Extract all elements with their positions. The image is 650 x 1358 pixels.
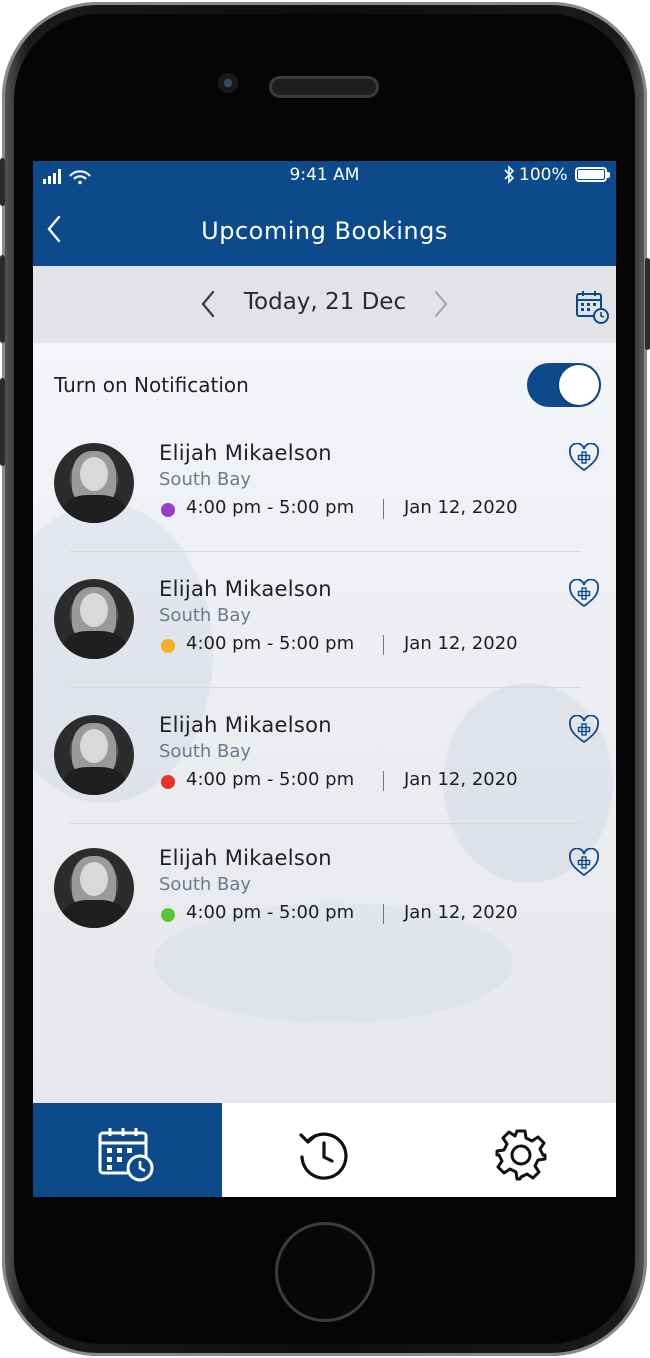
heart-plus-icon[interactable] bbox=[568, 443, 600, 473]
booking-time: 4:00 pm - 5:00 pm bbox=[186, 769, 355, 790]
chevron-left-icon[interactable] bbox=[195, 288, 223, 320]
mute-switch bbox=[0, 158, 5, 206]
booking-name: Elijah Mikaelson bbox=[159, 441, 332, 465]
booking-item[interactable]: Elijah Mikaelson South Bay 4:00 pm - 5:00 … bbox=[33, 577, 616, 709]
heart-plus-icon[interactable] bbox=[568, 848, 600, 878]
page-title: Upcoming Bookings bbox=[201, 217, 448, 245]
booking-item[interactable]: Elijah Mikaelson South Bay 4:00 pm - 5:00 … bbox=[33, 441, 616, 573]
tab-history[interactable] bbox=[222, 1103, 419, 1197]
power-button bbox=[645, 258, 650, 350]
booking-location: South Bay bbox=[159, 605, 252, 626]
bottom-tab-bar bbox=[33, 1103, 616, 1197]
notification-label: Turn on Notification bbox=[54, 373, 249, 397]
booking-date: Jan 12, 2020 bbox=[404, 633, 518, 654]
history-icon bbox=[299, 1132, 348, 1180]
booking-item[interactable]: Elijah Mikaelson South Bay 4:00 pm - 5:00 … bbox=[33, 713, 616, 845]
avatar bbox=[54, 443, 134, 523]
booking-name: Elijah Mikaelson bbox=[159, 713, 332, 737]
tab-bookings[interactable] bbox=[33, 1103, 222, 1197]
calendar-clock-icon[interactable] bbox=[574, 289, 610, 325]
volume-down-button bbox=[0, 378, 5, 466]
row-divider bbox=[69, 823, 581, 824]
battery-percent: 100% bbox=[519, 165, 568, 185]
status-dot bbox=[161, 639, 175, 653]
chevron-right-icon[interactable] bbox=[426, 288, 454, 320]
row-divider bbox=[69, 687, 581, 688]
app-header: Upcoming Bookings bbox=[33, 191, 616, 266]
booking-item[interactable]: Elijah Mikaelson South Bay 4:00 pm - 5:00 … bbox=[33, 846, 616, 978]
date-navigator: Today, 21 Dec bbox=[33, 266, 616, 343]
booking-name: Elijah Mikaelson bbox=[159, 846, 332, 870]
status-dot bbox=[161, 503, 175, 517]
booking-location: South Bay bbox=[159, 874, 252, 895]
booking-date: Jan 12, 2020 bbox=[404, 902, 518, 923]
earpiece-speaker bbox=[269, 76, 379, 98]
booking-time: 4:00 pm - 5:00 pm bbox=[186, 902, 355, 923]
app-screen: 9:41 AM 100% Upcoming Bookings Today, 21… bbox=[33, 161, 616, 1197]
booking-location: South Bay bbox=[159, 469, 252, 490]
battery-icon bbox=[575, 167, 610, 182]
booking-location: South Bay bbox=[159, 741, 252, 762]
front-camera bbox=[218, 73, 238, 93]
booking-date: Jan 12, 2020 bbox=[404, 769, 518, 790]
separator bbox=[383, 904, 384, 924]
status-bar: 9:41 AM 100% bbox=[33, 161, 616, 191]
booking-time: 4:00 pm - 5:00 pm bbox=[186, 497, 355, 518]
avatar bbox=[54, 848, 134, 928]
separator bbox=[383, 499, 384, 519]
bluetooth-icon bbox=[504, 165, 515, 184]
bookings-content: Turn on Notification Elijah Mikaelson Sou… bbox=[33, 343, 616, 1103]
row-divider bbox=[69, 551, 581, 552]
booking-name: Elijah Mikaelson bbox=[159, 577, 332, 601]
notification-toggle[interactable] bbox=[527, 363, 601, 407]
separator bbox=[383, 635, 384, 655]
avatar bbox=[54, 715, 134, 795]
heart-plus-icon[interactable] bbox=[568, 579, 600, 609]
status-dot bbox=[161, 775, 175, 789]
tab-settings[interactable] bbox=[419, 1103, 616, 1197]
status-dot bbox=[161, 908, 175, 922]
booking-time: 4:00 pm - 5:00 pm bbox=[186, 633, 355, 654]
booking-date: Jan 12, 2020 bbox=[404, 497, 518, 518]
gear-icon bbox=[495, 1129, 547, 1181]
home-button[interactable] bbox=[275, 1222, 375, 1322]
volume-up-button bbox=[0, 255, 5, 343]
separator bbox=[383, 771, 384, 791]
avatar bbox=[54, 579, 134, 659]
heart-plus-icon[interactable] bbox=[568, 715, 600, 745]
calendar-clock-icon bbox=[98, 1128, 154, 1182]
current-date-label: Today, 21 Dec bbox=[243, 289, 407, 315]
